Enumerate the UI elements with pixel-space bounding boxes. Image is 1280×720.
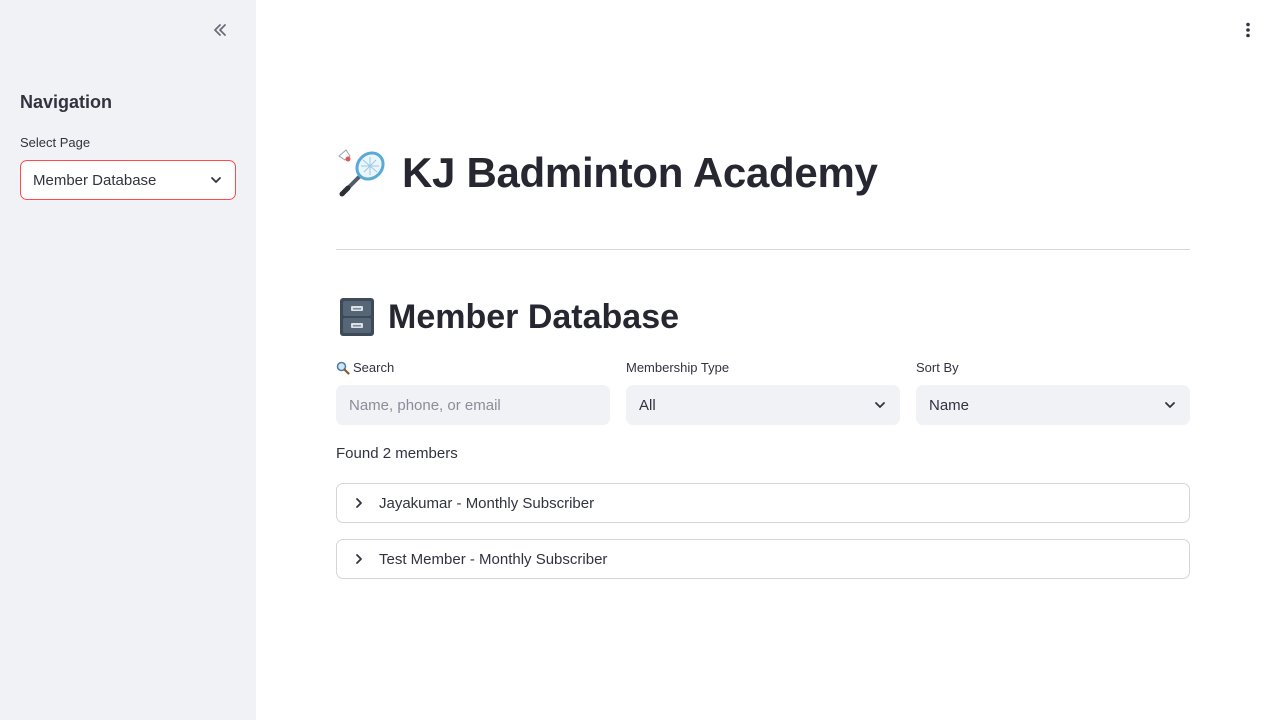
- member-expander[interactable]: Jayakumar - Monthly Subscriber: [336, 483, 1190, 523]
- badminton-icon: [338, 149, 385, 197]
- chevron-down-icon: [1165, 402, 1175, 408]
- chevron-right-icon: [356, 498, 362, 508]
- chevron-right-icon: [356, 554, 362, 564]
- page-select[interactable]: Member Database: [20, 160, 236, 200]
- sidebar: Navigation Select Page Member Database: [0, 0, 256, 720]
- search-input[interactable]: [349, 396, 597, 414]
- membership-type-value: All: [639, 396, 656, 414]
- select-page-label: Select Page: [20, 135, 91, 150]
- file-cabinet-icon: [340, 298, 374, 336]
- member-expander-label: Test Member - Monthly Subscriber: [379, 550, 608, 568]
- search-label-text: Search: [353, 360, 395, 375]
- results-count: Found 2 members: [336, 445, 458, 462]
- magnifier-icon: [336, 361, 350, 375]
- sort-by-select[interactable]: Name: [916, 385, 1190, 425]
- sort-by-label: Sort By: [916, 360, 959, 375]
- app-title-text: KJ Badminton Academy: [402, 149, 878, 196]
- page-select-value: Member Database: [33, 171, 157, 189]
- section-title-text: Member Database: [388, 297, 680, 336]
- main-menu-button[interactable]: [1236, 18, 1260, 42]
- chevron-down-icon: [211, 177, 221, 183]
- divider: [336, 249, 1190, 250]
- membership-type-select[interactable]: All: [626, 385, 900, 425]
- sort-by-value: Name: [929, 396, 970, 414]
- membership-type-label: Membership Type: [626, 360, 730, 375]
- app-title: KJ Badminton Academy: [336, 146, 878, 200]
- member-expander-label: Jayakumar - Monthly Subscriber: [379, 494, 595, 512]
- member-expander[interactable]: Test Member - Monthly Subscriber: [336, 539, 1190, 579]
- double-chevron-left-icon: [214, 24, 226, 36]
- search-label: Search: [336, 360, 394, 375]
- search-field[interactable]: [336, 385, 610, 425]
- collapse-sidebar-button[interactable]: [208, 18, 232, 42]
- section-title: Member Database: [336, 296, 679, 338]
- vertical-dots-icon: [1246, 22, 1250, 38]
- navigation-title: Navigation: [20, 92, 113, 112]
- chevron-down-icon: [875, 402, 885, 408]
